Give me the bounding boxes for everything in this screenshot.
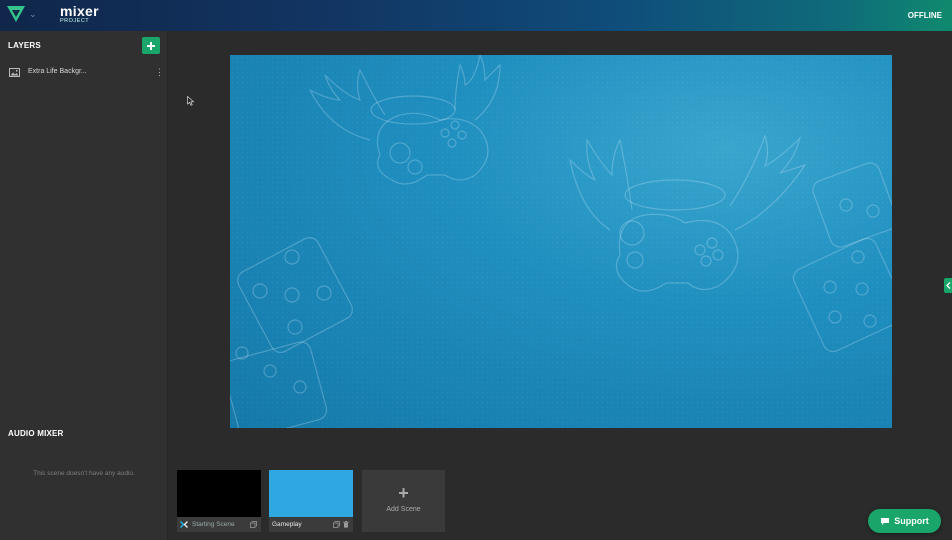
scene-thumbnail[interactable] <box>269 470 353 517</box>
dice-right <box>792 162 892 353</box>
add-layer-button[interactable] <box>142 37 160 54</box>
audio-mixer-title: AUDIO MIXER <box>8 429 64 438</box>
add-scene-label: Add Scene <box>386 506 421 513</box>
plus-icon: + <box>398 483 409 503</box>
mouse-cursor-icon <box>187 96 195 106</box>
mixer-project-logo: mixer PROJECT <box>60 4 99 25</box>
support-button[interactable]: Support <box>868 509 941 533</box>
winged-controller-right <box>569 134 807 292</box>
layer-item[interactable]: Extra Life Backgr... ⋮ <box>0 65 168 81</box>
add-scene-button[interactable]: + Add Scene <box>362 470 445 532</box>
dice-left <box>230 237 353 428</box>
trash-icon[interactable] <box>343 521 349 528</box>
duplicate-icon[interactable] <box>333 521 340 528</box>
chevron-down-icon: ⌄ <box>29 8 37 19</box>
scene-thumbnail[interactable] <box>177 470 261 517</box>
mixer-logo-icon <box>180 521 188 528</box>
image-icon <box>9 68 20 77</box>
scene-bar: Starting Scene <box>177 517 261 532</box>
support-label: Support <box>894 516 929 526</box>
duplicate-icon[interactable] <box>250 521 257 528</box>
more-vert-icon[interactable]: ⋮ <box>155 66 164 78</box>
scene-bar: Gameplay <box>269 517 353 532</box>
scene-label: Gameplay <box>272 521 302 528</box>
chat-bubble-icon <box>881 517 890 525</box>
app-switcher[interactable]: ⌄ <box>6 5 37 23</box>
expand-panel-handle[interactable] <box>944 278 952 293</box>
plus-icon <box>147 41 155 50</box>
scene-starting[interactable]: Starting Scene <box>177 470 261 532</box>
sidebar: LAYERS Extra Life Backgr... ⋮ AUDIO MIXE… <box>0 31 168 540</box>
layer-name: Extra Life Backgr... <box>28 68 87 75</box>
scene-gameplay[interactable]: Gameplay <box>269 470 353 532</box>
stream-status: OFFLINE <box>907 11 942 20</box>
scene-label: Starting Scene <box>192 521 235 528</box>
extra-life-logo-icon <box>7 6 25 22</box>
brand-name: mixer <box>60 3 99 19</box>
scene-preview-canvas[interactable] <box>230 55 892 428</box>
top-bar: ⌄ mixer PROJECT OFFLINE <box>0 0 952 31</box>
winged-controller-left <box>308 55 501 185</box>
brand-sub: PROJECT <box>60 18 90 24</box>
background-artwork <box>230 55 892 428</box>
audio-empty-message: This scene doesn't have any audio. <box>33 470 135 477</box>
chevron-left-icon <box>945 282 950 289</box>
layers-title: LAYERS <box>8 41 41 50</box>
